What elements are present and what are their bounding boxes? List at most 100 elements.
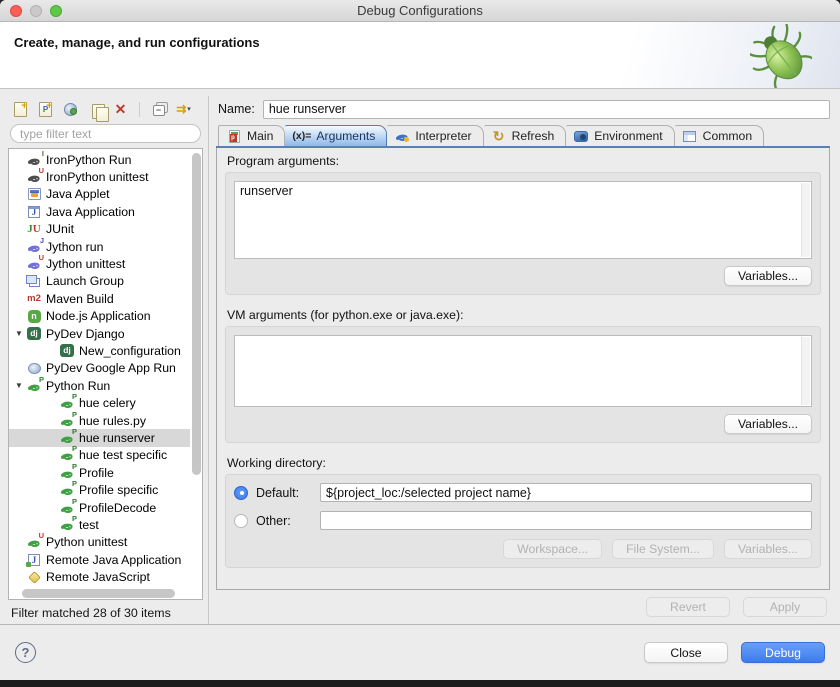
tree-item-label: ProfileDecode bbox=[79, 501, 156, 515]
collapse-all-icon: − bbox=[151, 101, 167, 117]
program-arguments-variables-button[interactable]: Variables... bbox=[724, 266, 812, 286]
debug-button[interactable]: Debug bbox=[741, 642, 825, 663]
tree-item-label: JUnit bbox=[46, 222, 74, 236]
tree-item[interactable]: Phue celery bbox=[9, 394, 190, 411]
working-directory-label: Working directory: bbox=[227, 456, 821, 470]
tree-item-label: hue rules.py bbox=[79, 414, 146, 428]
revert-button[interactable]: Revert bbox=[646, 597, 730, 617]
tree-item-label: hue test specific bbox=[79, 448, 167, 462]
tree-vertical-scrollbar-thumb[interactable] bbox=[192, 153, 201, 475]
tree-item[interactable]: PProfileDecode bbox=[9, 499, 190, 516]
export-config-icon bbox=[63, 101, 79, 117]
tab-environment[interactable]: Environment bbox=[566, 125, 674, 146]
textarea-scrollbar[interactable] bbox=[801, 337, 810, 405]
tree-item[interactable]: JRemote Java Application bbox=[9, 551, 190, 568]
tree-item[interactable]: Ptest bbox=[9, 516, 190, 533]
default-directory-input[interactable] bbox=[320, 483, 812, 502]
python-unittest-icon: U bbox=[26, 534, 42, 550]
pydev-django-icon: dj bbox=[26, 326, 42, 342]
tab-label: Refresh bbox=[512, 129, 555, 143]
tab-common[interactable]: Common bbox=[675, 125, 764, 146]
tree-item-label: PyDev Google App Run bbox=[46, 361, 176, 375]
filter-button[interactable]: ⇉▾ bbox=[172, 98, 195, 120]
debug-bug-icon bbox=[750, 24, 812, 93]
tree-item-label: Python unittest bbox=[46, 535, 127, 549]
tree-item[interactable]: nNode.js Application bbox=[9, 308, 190, 325]
tree-item[interactable]: Remote JavaScript bbox=[9, 568, 190, 585]
zoom-window-button[interactable] bbox=[50, 5, 62, 17]
tree-item[interactable]: Phue runserver bbox=[9, 429, 190, 446]
jython-unittest-icon: U bbox=[26, 256, 42, 272]
name-label: Name: bbox=[218, 102, 255, 116]
wd-variables-button[interactable]: Variables... bbox=[724, 539, 812, 559]
tree-item[interactable]: ▼PPython Run bbox=[9, 377, 190, 394]
tree-item[interactable]: JJava Application bbox=[9, 203, 190, 220]
expand-arrow-icon[interactable]: ▼ bbox=[12, 381, 26, 390]
remote-java-icon: J bbox=[26, 552, 42, 568]
new-prototype-button[interactable]: P+ bbox=[34, 98, 57, 120]
minimize-window-button[interactable] bbox=[30, 5, 42, 17]
collapse-all-button[interactable]: − bbox=[147, 98, 170, 120]
tree-item[interactable]: Phue test specific bbox=[9, 447, 190, 464]
other-directory-input[interactable] bbox=[320, 511, 812, 530]
tab-arguments[interactable]: (x)=Arguments bbox=[285, 125, 387, 146]
delete-button[interactable]: ✕ bbox=[109, 98, 132, 120]
tree-item[interactable]: UIronPython unittest bbox=[9, 168, 190, 185]
tree-item-label: IronPython unittest bbox=[46, 170, 149, 184]
tree-item[interactable]: Launch Group bbox=[9, 273, 190, 290]
tab-interpreter[interactable]: Interpreter bbox=[387, 125, 483, 146]
tree-horizontal-scrollbar[interactable] bbox=[11, 588, 189, 598]
duplicate-button[interactable] bbox=[84, 98, 107, 120]
tree-item-label: New_configuration bbox=[79, 344, 181, 358]
config-tree: IIronPython RunUIronPython unittestJava … bbox=[9, 151, 190, 587]
tree-vertical-scrollbar[interactable] bbox=[191, 151, 201, 586]
tree-item[interactable]: PProfile specific bbox=[9, 481, 190, 498]
tree-item[interactable]: Standalone V8 VM bbox=[9, 586, 190, 587]
tree-item[interactable]: ▼djPyDev Django bbox=[9, 325, 190, 342]
tree-item[interactable]: JJython run bbox=[9, 238, 190, 255]
program-arguments-input[interactable]: runserver bbox=[234, 181, 812, 259]
default-radio[interactable] bbox=[234, 486, 248, 500]
traffic-lights bbox=[0, 5, 62, 17]
new-config-button[interactable]: + bbox=[9, 98, 32, 120]
tree-item[interactable]: Phue rules.py bbox=[9, 412, 190, 429]
wd-workspace-button[interactable]: Workspace... bbox=[503, 539, 602, 559]
filter-status-text: Filter matched 28 of 30 items bbox=[8, 600, 203, 624]
tree-item[interactable]: JUJUnit bbox=[9, 221, 190, 238]
config-tree-box: IIronPython RunUIronPython unittestJava … bbox=[8, 148, 203, 600]
tree-item[interactable]: PyDev Google App Run bbox=[9, 360, 190, 377]
delete-icon: ✕ bbox=[113, 101, 129, 117]
tab-main[interactable]: Main bbox=[218, 125, 285, 146]
tree-item[interactable]: m2Maven Build bbox=[9, 290, 190, 307]
close-window-button[interactable] bbox=[10, 5, 22, 17]
vm-arguments-variables-button[interactable]: Variables... bbox=[724, 414, 812, 434]
tab-label: Common bbox=[703, 129, 752, 143]
tree-item[interactable]: U Jython unittest bbox=[9, 255, 190, 272]
tree-item[interactable]: Java Applet bbox=[9, 186, 190, 203]
other-radio[interactable] bbox=[234, 514, 248, 528]
apply-button[interactable]: Apply bbox=[743, 597, 827, 617]
tree-item-label: Jython run bbox=[46, 240, 103, 254]
close-button[interactable]: Close bbox=[644, 642, 728, 663]
tree-item[interactable]: djNew_configuration bbox=[9, 342, 190, 359]
tree-item-label: Profile bbox=[79, 466, 114, 480]
tree-item-label: hue runserver bbox=[79, 431, 155, 445]
tree-item[interactable]: IIronPython Run bbox=[9, 151, 190, 168]
tree-item-label: Jython unittest bbox=[46, 257, 125, 271]
tree-item-label: Java Applet bbox=[46, 187, 110, 201]
name-input[interactable] bbox=[263, 100, 830, 119]
vm-arguments-input[interactable] bbox=[234, 335, 812, 407]
export-config-button[interactable] bbox=[59, 98, 82, 120]
filter-input[interactable] bbox=[10, 124, 201, 143]
tree-item[interactable]: PProfile bbox=[9, 464, 190, 481]
textarea-scrollbar[interactable] bbox=[801, 183, 810, 257]
tab-refresh[interactable]: ↻Refresh bbox=[484, 125, 567, 146]
wd-file-system-button[interactable]: File System... bbox=[612, 539, 714, 559]
tree-item[interactable]: U Python unittest bbox=[9, 534, 190, 551]
duplicate-icon bbox=[88, 101, 104, 117]
help-button[interactable]: ? bbox=[15, 642, 36, 663]
expand-arrow-icon[interactable]: ▼ bbox=[12, 329, 26, 338]
tab-label: Interpreter bbox=[415, 129, 471, 143]
tree-horizontal-scrollbar-thumb[interactable] bbox=[22, 589, 175, 598]
filter-icon: ⇉▾ bbox=[176, 101, 192, 117]
